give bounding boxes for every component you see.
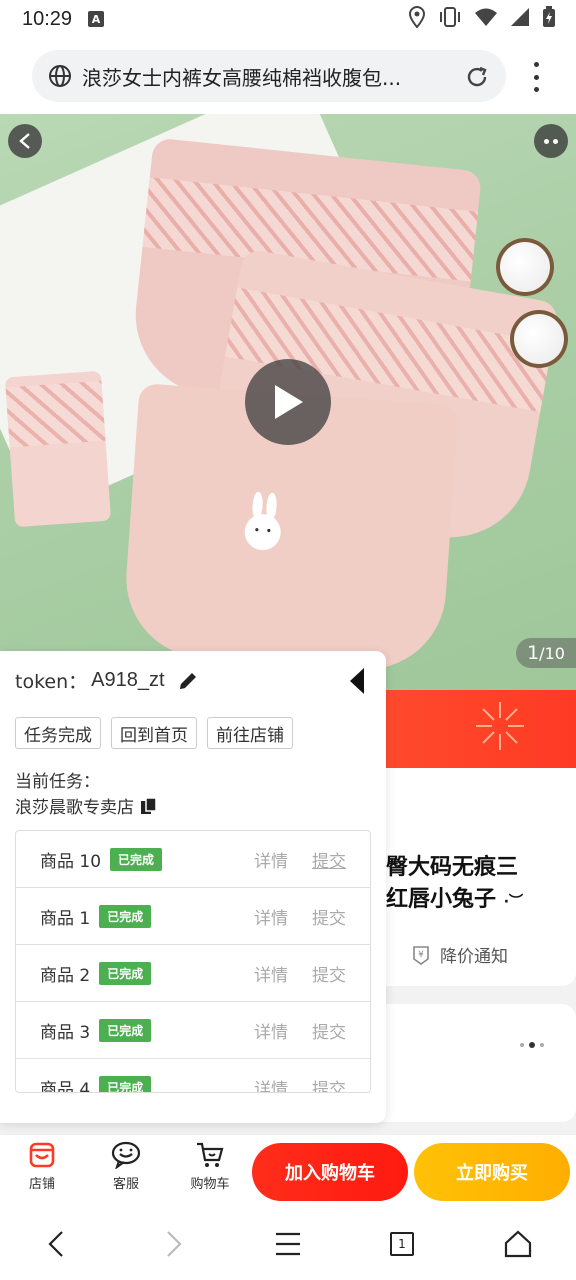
url-text: 浪莎女士内裤女高腰纯棉裆收腹包... — [82, 65, 402, 90]
token-label: token： — [15, 671, 88, 693]
task-panel: token： A918_zt 任务完成 回到首页 前往店铺 当前任务： 浪莎晨歌… — [0, 651, 386, 1123]
back-home-button[interactable]: 回到首页 — [111, 717, 197, 749]
cart-icon — [197, 1142, 224, 1167]
play-icon — [275, 385, 303, 419]
token-value: A918_zt — [91, 669, 165, 691]
product-title: 臀大码无痕三 红唇小兔子 ·︶ — [386, 855, 524, 912]
status-time: 10:29 — [22, 7, 73, 30]
image-counter-total: /10 — [539, 643, 565, 663]
image-counter: 1/10 — [516, 638, 576, 668]
nav-back-icon[interactable] — [44, 1230, 68, 1258]
cotton-flower — [496, 238, 554, 296]
image-counter-current: 1 — [527, 642, 540, 664]
item-name: 商品 1 — [40, 908, 91, 929]
pager-dots — [520, 1042, 544, 1048]
nav-menu-icon[interactable] — [274, 1230, 302, 1258]
browser-toolbar: 浪莎女士内裤女高腰纯棉裆收腹包... — [0, 38, 576, 114]
service-tab[interactable]: 客服 — [96, 1141, 156, 1192]
battery-icon — [543, 6, 555, 27]
status-badge: 已完成 — [99, 904, 152, 928]
status-bar: 10:29 A — [0, 0, 576, 38]
collapse-panel-icon[interactable] — [348, 667, 366, 695]
back-button[interactable] — [8, 124, 42, 158]
product-image[interactable]: 1/10 — [0, 114, 576, 690]
detail-link[interactable]: 详情 — [254, 904, 288, 929]
list-item: 商品 4 已完成 详情 提交 — [16, 1059, 370, 1093]
chevron-left-icon — [19, 133, 30, 149]
store-icon — [29, 1142, 55, 1168]
store-name: 浪莎晨歌专卖店 — [15, 798, 134, 818]
store-label: 店铺 — [28, 1177, 55, 1192]
tab-count: 1 — [398, 1237, 406, 1251]
status-icons — [408, 6, 556, 28]
submit-link[interactable]: 提交 — [312, 961, 346, 986]
task-item-list[interactable]: 商品 10 已完成 详情 提交 商品 1 已完成 详情 提交 商品 2 已完成 … — [15, 830, 371, 1093]
add-to-cart-button[interactable]: 加入购物车 — [252, 1143, 408, 1201]
detail-link[interactable]: 详情 — [254, 847, 288, 872]
svg-text:¥: ¥ — [418, 950, 424, 960]
wifi-icon — [475, 8, 497, 26]
submit-link[interactable]: 提交 — [312, 847, 346, 872]
nav-forward-icon[interactable] — [162, 1230, 186, 1258]
submit-link[interactable]: 提交 — [312, 1018, 346, 1043]
nav-tabs-button[interactable]: 1 — [390, 1232, 414, 1256]
item-name: 商品 3 — [40, 1022, 91, 1043]
cart-label: 购物车 — [190, 1177, 230, 1192]
item-name: 商品 2 — [40, 965, 91, 986]
pencil-icon[interactable] — [177, 670, 199, 692]
current-task-store: 浪莎晨歌专卖店 — [15, 793, 158, 818]
globe-icon — [49, 65, 71, 87]
signal-icon — [511, 8, 529, 26]
chat-icon — [111, 1141, 141, 1169]
video-play-button[interactable] — [245, 359, 331, 445]
vibrate-icon — [440, 7, 460, 27]
panel-buttons: 任务完成 回到首页 前往店铺 — [15, 717, 293, 749]
item-name: 商品 10 — [40, 851, 102, 872]
token-row: token： A918_zt — [15, 667, 199, 694]
status-badge: 已完成 — [110, 847, 163, 871]
notification-a-icon: A — [88, 11, 105, 27]
submit-link[interactable]: 提交 — [312, 904, 346, 929]
price-notify-label: 降价通知 — [440, 947, 508, 967]
list-item: 商品 1 已完成 详情 提交 — [16, 888, 370, 945]
firework-graphic — [476, 702, 524, 750]
price-tag-icon: ¥ — [413, 945, 429, 965]
current-task-label: 当前任务： — [15, 772, 100, 792]
buy-now-button[interactable]: 立即购买 — [414, 1143, 570, 1201]
reload-icon[interactable] — [464, 64, 490, 90]
status-badge: 已完成 — [99, 1018, 152, 1042]
detail-link[interactable]: 详情 — [254, 1075, 288, 1093]
list-item: 商品 2 已完成 详情 提交 — [16, 945, 370, 1002]
list-item: 商品 3 已完成 详情 提交 — [16, 1002, 370, 1059]
browser-menu-icon[interactable] — [526, 62, 546, 92]
nav-home-icon[interactable] — [504, 1230, 532, 1258]
detail-link[interactable]: 详情 — [254, 961, 288, 986]
item-name: 商品 4 — [40, 1079, 91, 1093]
price-notify-button[interactable]: ¥ 降价通知 — [410, 942, 508, 967]
detail-link[interactable]: 详情 — [254, 1018, 288, 1043]
submit-link[interactable]: 提交 — [312, 1075, 346, 1093]
cart-tab[interactable]: 购物车 — [180, 1141, 240, 1192]
list-item: 商品 10 已完成 详情 提交 — [16, 831, 370, 888]
action-bar: 店铺 客服 购物车 加入购物车 立即购买 — [0, 1134, 576, 1208]
location-icon — [408, 6, 426, 28]
copy-icon[interactable] — [140, 796, 158, 815]
service-label: 客服 — [112, 1177, 139, 1192]
status-badge: 已完成 — [99, 1075, 152, 1092]
store-tab[interactable]: 店铺 — [12, 1141, 72, 1192]
system-nav-bar: 1 — [0, 1208, 576, 1280]
status-badge: 已完成 — [99, 961, 152, 985]
bunny-graphic — [244, 491, 281, 551]
go-store-button[interactable]: 前往店铺 — [207, 717, 293, 749]
cotton-flower — [510, 310, 568, 368]
task-complete-button[interactable]: 任务完成 — [15, 717, 101, 749]
more-button[interactable] — [534, 124, 568, 158]
image-folded-panty — [4, 370, 112, 528]
url-bar[interactable]: 浪莎女士内裤女高腰纯棉裆收腹包... — [32, 50, 506, 102]
